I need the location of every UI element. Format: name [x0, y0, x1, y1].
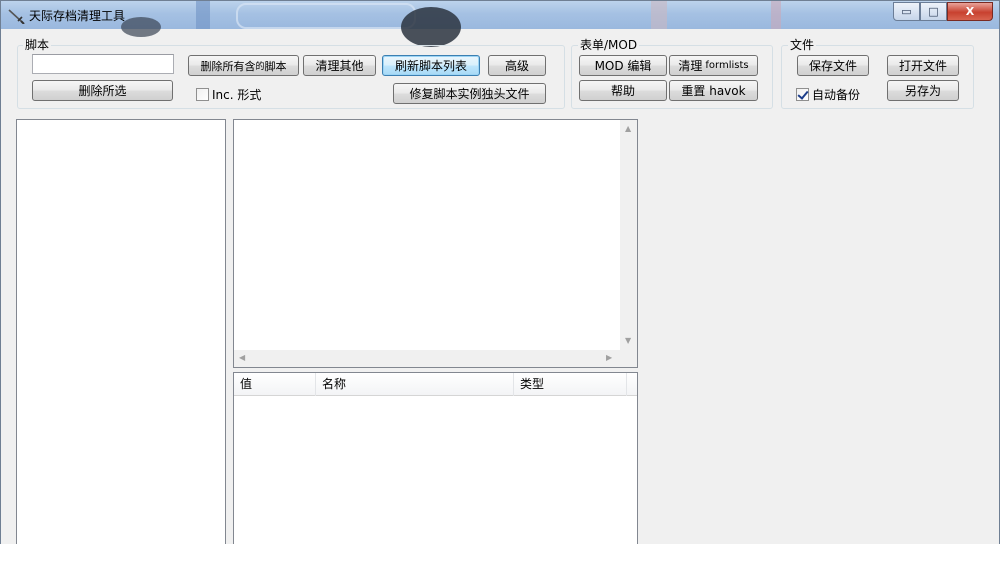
details-horizontal-scrollbar[interactable]: ◀ ▶ — [234, 350, 620, 367]
reset-havok-button[interactable]: 重置 havok — [669, 80, 758, 101]
fix-orphan-scripts-button[interactable]: 修复脚本实例独头文件 — [393, 83, 546, 104]
save-as-button[interactable]: 另存为 — [887, 80, 959, 101]
mod-edit-button[interactable]: MOD 编辑 — [579, 55, 667, 76]
clean-formlists-button[interactable]: 清理 formlists — [669, 55, 758, 76]
value-list-view[interactable]: 值 名称 类型 — [233, 372, 638, 544]
list-header: 值 名称 类型 — [234, 373, 637, 396]
open-file-button[interactable]: 打开文件 — [887, 55, 959, 76]
scroll-right-arrow-icon[interactable]: ▶ — [606, 353, 612, 362]
refresh-script-list-button[interactable]: 刷新脚本列表 — [382, 55, 480, 76]
close-icon: X — [965, 5, 975, 18]
clean-other-button[interactable]: 清理其他 — [303, 55, 376, 76]
inc-forms-checkbox[interactable]: Inc. 形式 — [196, 86, 261, 103]
forms-mod-group-label: 表单/MOD — [578, 38, 640, 52]
save-file-button[interactable]: 保存文件 — [797, 55, 869, 76]
column-header-value[interactable]: 值 — [234, 373, 316, 396]
minimize-button[interactable]: ▭ — [893, 2, 920, 21]
auto-backup-checkbox-box[interactable] — [796, 88, 809, 101]
details-vertical-scrollbar[interactable]: ▲ ▼ — [620, 120, 637, 350]
script-tree-panel[interactable] — [16, 119, 226, 544]
maximize-icon: □ — [928, 5, 939, 18]
close-button[interactable]: X — [947, 2, 993, 21]
inc-forms-checkbox-box[interactable] — [196, 88, 209, 101]
delete-all-with-button[interactable]: 删除所有含 的脚本 — [188, 55, 299, 76]
main-window: 天际存档清理工具 ▭ □ X 脚本 删除所选 删除所有含 的脚本 清理其他 刷新… — [0, 0, 1000, 544]
maximize-button[interactable]: □ — [920, 2, 947, 21]
scrollbar-corner — [620, 350, 637, 367]
script-group-label: 脚本 — [23, 38, 52, 52]
sword-icon — [8, 9, 25, 24]
desktop-strip — [0, 544, 1000, 564]
scroll-down-arrow-icon[interactable]: ▼ — [625, 336, 631, 345]
scroll-up-arrow-icon[interactable]: ▲ — [625, 124, 631, 133]
help-button[interactable]: 帮助 — [579, 80, 667, 101]
column-header-type[interactable]: 类型 — [514, 373, 627, 396]
title-bar[interactable]: 天际存档清理工具 ▭ □ X — [1, 1, 999, 47]
scroll-left-arrow-icon[interactable]: ◀ — [239, 353, 245, 362]
auto-backup-checkbox[interactable]: 自动备份 — [796, 86, 860, 103]
minimize-icon: ▭ — [901, 5, 912, 18]
column-header-name[interactable]: 名称 — [316, 373, 514, 396]
window-title: 天际存档清理工具 — [29, 9, 126, 23]
script-search-input[interactable] — [32, 54, 174, 74]
delete-selected-button[interactable]: 删除所选 — [32, 80, 173, 101]
details-text-panel[interactable]: ▲ ▼ ◀ ▶ — [233, 119, 638, 368]
file-group-label: 文件 — [788, 38, 817, 52]
advanced-button[interactable]: 高级 — [488, 55, 546, 76]
